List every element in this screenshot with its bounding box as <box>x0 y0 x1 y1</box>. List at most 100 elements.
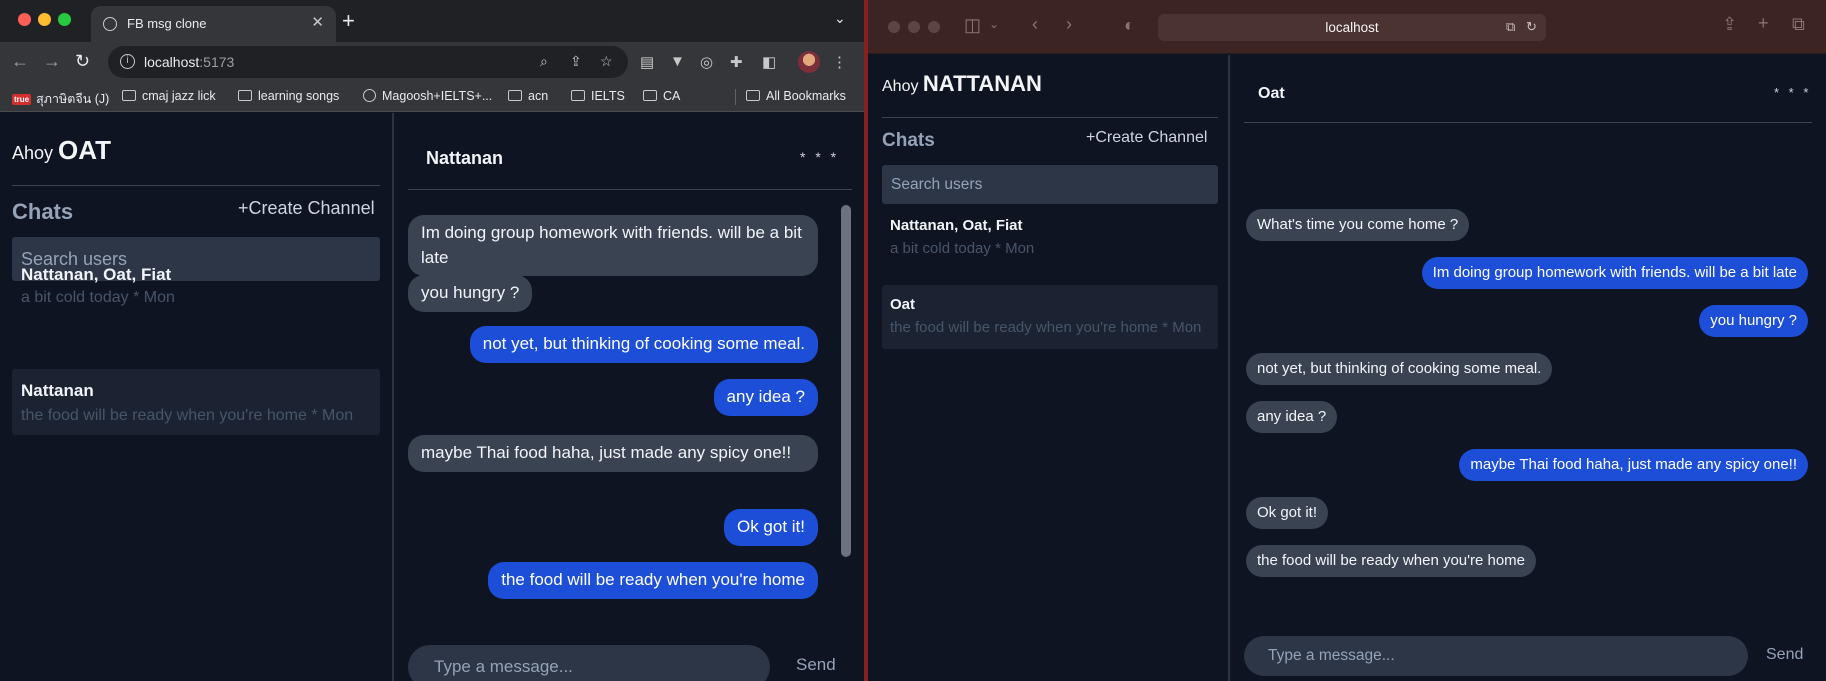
minimize-window-button[interactable] <box>908 21 920 33</box>
send-button[interactable]: Send <box>1766 646 1803 664</box>
divider <box>408 189 852 190</box>
search-users-input[interactable] <box>882 165 1218 204</box>
tab-search-chevron-icon[interactable]: ⌄ <box>834 10 846 27</box>
all-bookmarks-button[interactable]: All Bookmarks <box>746 89 846 103</box>
back-arrow-icon[interactable]: ‹ <box>1032 14 1038 35</box>
folder-icon <box>122 90 136 101</box>
side-panel-icon[interactable]: ◧ <box>762 53 776 71</box>
bookmark-folder[interactable]: cmaj jazz lick <box>122 89 216 103</box>
chrome-menu-icon[interactable]: ⋮ <box>832 53 847 71</box>
greeting-heading: Ahoy OAT <box>12 135 111 165</box>
reload-icon[interactable]: ↻ <box>1526 19 1537 35</box>
chat-list-item[interactable]: Nattanan, Oat, Fiat a bit cold today * M… <box>12 257 380 317</box>
extension-target-icon[interactable]: ◎ <box>700 53 713 71</box>
browser-tab[interactable]: FB msg clone ✕ <box>91 6 336 42</box>
address-url: localhost:5173 <box>144 54 235 70</box>
message-list: What's time you come home ? Im doing gro… <box>1238 125 1818 605</box>
message-bubble-outgoing: not yet, but thinking of cooking some me… <box>469 326 818 363</box>
zoom-window-button[interactable] <box>928 21 940 33</box>
chats-title: Chats <box>882 130 935 151</box>
message-scrollbar[interactable] <box>841 205 851 557</box>
new-tab-icon[interactable]: + <box>1758 13 1769 34</box>
translate-icon[interactable]: ⧉ <box>1506 19 1515 35</box>
chat-item-preview: the food will be ready when you're home … <box>21 407 354 424</box>
greeting-heading: Ahoy NATTANAN <box>882 71 1042 96</box>
safari-toolbar: ◫ ⌄ ‹ › ◐ localhost ⧉ ↻ ⇪ + ⧉ <box>868 0 1826 54</box>
message-bubble-incoming: the food will be ready when you're home <box>1246 545 1537 577</box>
chrome-tab-bar: FB msg clone ✕ + ⌄ <box>0 0 864 42</box>
message-input[interactable] <box>408 645 770 681</box>
send-button[interactable]: Send <box>796 655 836 675</box>
address-bar[interactable]: i localhost:5173 ⌕ ⇪ ☆ <box>108 46 628 78</box>
forward-arrow-icon[interactable]: › <box>1066 14 1072 35</box>
bookmark-folder[interactable]: CA <box>643 89 680 103</box>
chat-header-name: Oat <box>1258 85 1285 102</box>
sidebar: Ahoy OAT Chats +Create Channel Nattanan,… <box>0 113 394 681</box>
message-bubble-outgoing: you hungry ? <box>1699 305 1808 337</box>
privacy-shield-icon[interactable]: ◐ <box>1124 15 1135 36</box>
chat-item-name: Nattanan <box>21 381 94 400</box>
bookmark-folder[interactable]: IELTS <box>571 89 625 103</box>
close-tab-icon[interactable]: ✕ <box>311 13 324 31</box>
share-icon[interactable]: ⇪ <box>1722 14 1737 35</box>
profile-avatar[interactable] <box>798 51 820 73</box>
bookmark-folder[interactable]: learning songs <box>238 89 339 103</box>
address-bar[interactable]: localhost ⧉ ↻ <box>1158 14 1546 41</box>
globe-icon <box>363 89 376 102</box>
message-bubble-outgoing: the food will be ready when you're home <box>488 562 818 599</box>
message-bubble-incoming: any idea ? <box>1246 401 1338 433</box>
extensions-puzzle-icon[interactable]: ✚ <box>730 53 743 71</box>
message-bubble-outgoing: any idea ? <box>713 379 818 416</box>
site-info-icon[interactable]: i <box>120 54 135 69</box>
sidebar-toggle-icon[interactable]: ◫ <box>964 15 981 36</box>
chevron-down-icon[interactable]: ⌄ <box>989 17 999 31</box>
messenger-app: Ahoy OAT Chats +Create Channel Nattanan,… <box>0 113 864 681</box>
bookmark-star-icon[interactable]: ☆ <box>600 53 613 70</box>
bookmarks-bar: true สุภาษิตจีน (J) cmaj jazz lick learni… <box>0 82 864 112</box>
chats-title: Chats <box>12 199 74 224</box>
share-icon[interactable]: ⇪ <box>570 53 582 70</box>
message-bubble-outgoing: maybe Thai food haha, just made any spic… <box>1459 449 1808 481</box>
chat-item-name: Nattanan, Oat, Fiat <box>890 217 1023 234</box>
chat-options-button[interactable]: * * * <box>800 149 839 165</box>
create-channel-button[interactable]: +Create Channel <box>1086 129 1207 147</box>
address-url: localhost <box>1325 20 1379 35</box>
bookmark-folder[interactable]: acn <box>508 89 548 103</box>
extension-vue-icon[interactable]: ▼ <box>670 53 685 70</box>
message-list: Im doing group homework with friends. wi… <box>400 191 860 641</box>
create-channel-button[interactable]: +Create Channel <box>238 198 375 219</box>
folder-icon <box>643 90 657 101</box>
bookmark-item[interactable]: Magoosh+IELTS+... <box>363 89 492 103</box>
close-window-button[interactable] <box>18 13 31 26</box>
message-input[interactable] <box>1244 636 1748 676</box>
extension-translate-icon[interactable]: ▤ <box>640 53 654 71</box>
message-bubble-incoming: you hungry ? <box>408 275 533 312</box>
chat-item-preview: the food will be ready when you're home … <box>890 319 1202 336</box>
zoom-window-button[interactable] <box>58 13 71 26</box>
folder-icon <box>571 90 585 101</box>
chat-options-button[interactable]: * * * <box>1774 85 1811 100</box>
globe-icon <box>103 17 117 31</box>
chat-list-item[interactable]: Nattanan, Oat, Fiat a bit cold today * M… <box>882 211 1218 265</box>
chat-list-item-active[interactable]: Oat the food will be ready when you're h… <box>882 285 1218 349</box>
zoom-icon[interactable]: ⌕ <box>540 53 548 70</box>
tab-overview-icon[interactable]: ⧉ <box>1792 14 1805 35</box>
chat-list-item-active[interactable]: Nattanan the food will be ready when you… <box>12 369 380 435</box>
true-logo-icon: true <box>12 94 32 105</box>
back-arrow-icon[interactable]: ← <box>11 51 29 72</box>
message-bubble-incoming: maybe Thai food haha, just made any spic… <box>408 435 818 472</box>
close-window-button[interactable] <box>888 21 900 33</box>
safari-window: ◫ ⌄ ‹ › ◐ localhost ⧉ ↻ ⇪ + ⧉ Ahoy NATTA… <box>868 0 1826 681</box>
forward-arrow-icon[interactable]: → <box>43 51 61 72</box>
divider <box>882 117 1218 118</box>
messenger-app: Ahoy NATTANAN Chats +Create Channel Natt… <box>868 55 1826 681</box>
new-tab-button[interactable]: + <box>342 8 355 34</box>
chrome-toolbar: ← → ↻ i localhost:5173 ⌕ ⇪ ☆ ▤ ▼ ◎ ✚ ◧ ⋮ <box>0 42 864 82</box>
message-bubble-incoming: not yet, but thinking of cooking some me… <box>1246 353 1553 385</box>
chat-item-name: Nattanan, Oat, Fiat <box>21 265 172 284</box>
minimize-window-button[interactable] <box>38 13 51 26</box>
folder-icon <box>238 90 252 101</box>
reload-icon[interactable]: ↻ <box>75 51 90 72</box>
message-bubble-incoming: Im doing group homework with friends. wi… <box>408 215 818 277</box>
bookmark-item[interactable]: true สุภาษิตจีน (J) <box>12 89 109 109</box>
